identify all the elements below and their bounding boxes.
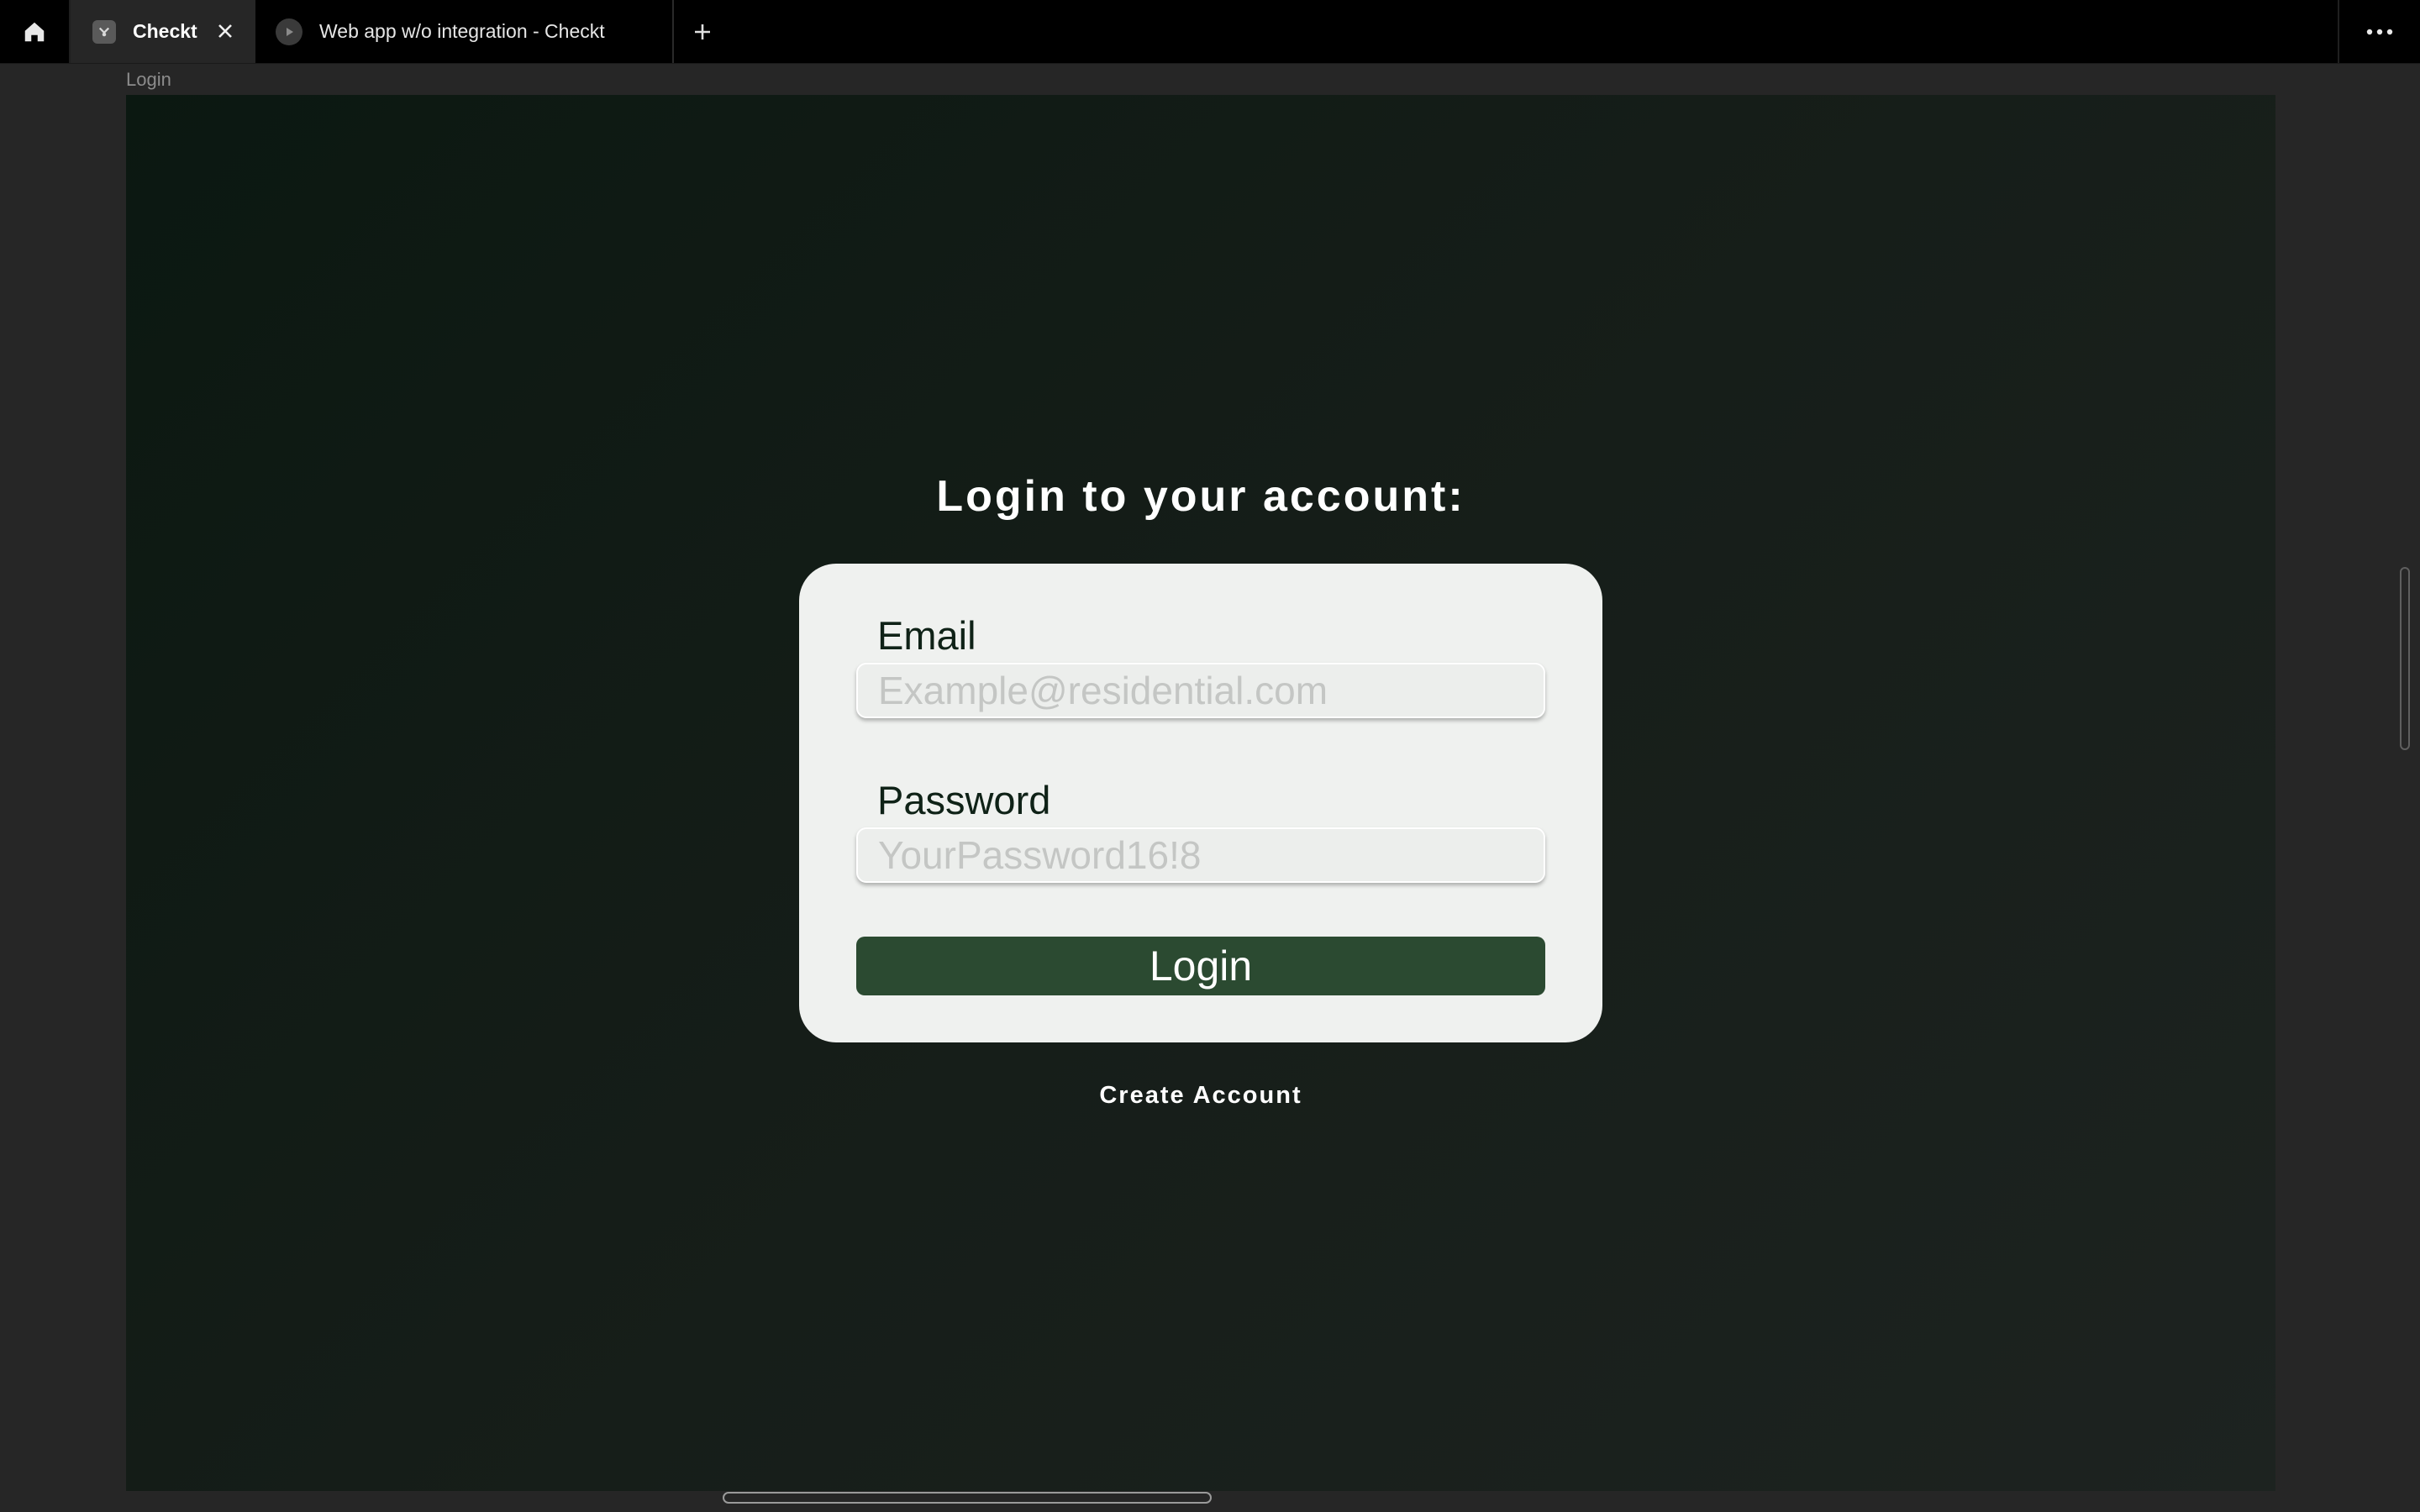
password-field[interactable]	[856, 827, 1545, 883]
page-title: Login to your account:	[936, 472, 1465, 521]
login-card: Email Password Login	[799, 564, 1602, 1042]
tab-checkt[interactable]: Checkt	[71, 0, 255, 63]
horizontal-scrollbar[interactable]	[723, 1492, 1212, 1504]
plus-icon	[695, 24, 710, 39]
tab-title: Checkt	[133, 20, 197, 42]
tab-web-app[interactable]: Web app w/o integration - Checkt	[257, 0, 674, 63]
home-button[interactable]	[0, 0, 71, 63]
new-tab-button[interactable]	[677, 0, 728, 63]
app-frame: Login to your account: Email Password Lo…	[126, 95, 2275, 1491]
browser-top-bar: Checkt Web app w/o integration - Checkt	[0, 0, 2420, 64]
checkt-favicon-icon	[92, 19, 116, 44]
create-account-link[interactable]: Create Account	[126, 1082, 2275, 1110]
email-label: Email	[877, 613, 976, 658]
more-horizontal-icon	[2366, 29, 2393, 34]
tab-title: Web app w/o integration - Checkt	[319, 20, 605, 42]
password-label: Password	[877, 778, 1051, 822]
home-icon	[24, 22, 45, 41]
close-icon	[218, 24, 232, 38]
email-field[interactable]	[856, 663, 1545, 718]
login-button[interactable]: Login	[856, 937, 1545, 995]
play-icon	[276, 18, 302, 45]
vertical-scrollbar[interactable]	[2400, 567, 2410, 750]
tab-close-button[interactable]	[213, 19, 237, 43]
frame-label: Login	[126, 69, 171, 90]
more-menu-button[interactable]	[2338, 0, 2420, 63]
